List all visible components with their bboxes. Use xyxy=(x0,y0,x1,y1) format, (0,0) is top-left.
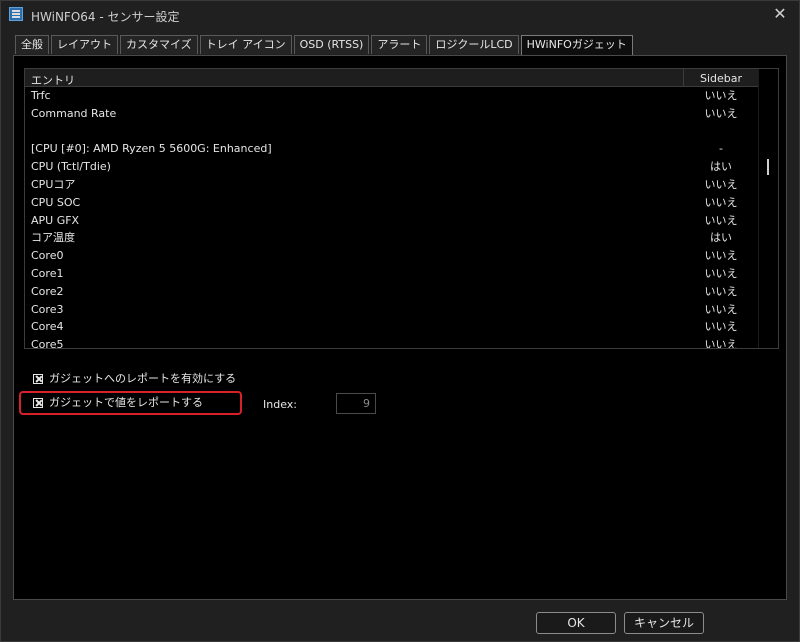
list-item[interactable]: CPU (Tctl/Tdie) はい xyxy=(25,158,758,176)
sidebar-value: いいえ xyxy=(704,249,738,263)
entry-label: Core1 xyxy=(31,266,64,280)
sensor-list[interactable]: エントリ Sidebar Trfc いいえ Command Rate いいえ [CP… xyxy=(24,68,779,349)
hwinfo-app-icon xyxy=(9,7,23,21)
list-item[interactable]: Core3 いいえ xyxy=(25,301,758,319)
list-item[interactable]: Command Rate いいえ xyxy=(25,105,758,123)
tab-alert[interactable]: アラート xyxy=(371,35,428,54)
entry-label: コア温度 xyxy=(31,231,75,245)
list-item[interactable]: Trfc いいえ xyxy=(25,87,758,105)
sidebar-value: いいえ xyxy=(704,302,738,316)
report-value-label: ガジェットで値をレポートする xyxy=(49,396,203,409)
enable-gadget-report-label: ガジェットへのレポートを有効にする xyxy=(49,372,237,385)
list-item[interactable]: CPUコア いいえ xyxy=(25,176,758,194)
entry-label: Core5 xyxy=(31,338,64,349)
list-item[interactable] xyxy=(25,123,758,141)
report-value-checkbox[interactable]: ガジェットで値をレポートする xyxy=(33,395,203,411)
settings-window: HWiNFO64 - センサー設定 ✕ 全般 レイアウト カスタマイズ トレイ … xyxy=(0,0,800,642)
sidebar-value: はい xyxy=(710,231,732,245)
window-title: HWiNFO64 - センサー設定 xyxy=(31,10,180,24)
checkbox-checked-icon[interactable] xyxy=(33,398,43,408)
tab-layout[interactable]: レイアウト xyxy=(51,35,118,54)
sidebar-value: いいえ xyxy=(704,338,738,349)
list-item[interactable]: [CPU [#0]: AMD Ryzen 5 5600G: Enhanced] - xyxy=(25,140,758,158)
entry-label: Core0 xyxy=(31,249,64,263)
sidebar-value: いいえ xyxy=(704,177,738,191)
sidebar-value: いいえ xyxy=(704,195,738,209)
sidebar-value: いいえ xyxy=(704,89,738,102)
list-item[interactable]: Core2 いいえ xyxy=(25,283,758,301)
ok-button[interactable]: OK xyxy=(536,612,616,634)
list-item[interactable]: コア温度 はい xyxy=(25,229,758,247)
tab-bar: 全般 レイアウト カスタマイズ トレイ アイコン OSD (RTSS) アラート… xyxy=(15,35,635,56)
column-header-sidebar[interactable]: Sidebar xyxy=(684,72,758,85)
enable-gadget-report-checkbox[interactable]: ガジェットへのレポートを有効にする xyxy=(33,371,236,387)
tab-tray-icon[interactable]: トレイ アイコン xyxy=(199,35,292,54)
list-scrollbar[interactable] xyxy=(758,69,778,348)
sidebar-value: いいえ xyxy=(704,266,738,280)
tab-customize[interactable]: カスタマイズ xyxy=(120,35,198,54)
sidebar-value: いいえ xyxy=(704,320,738,334)
entry-label: APU GFX xyxy=(31,213,80,227)
entry-label: Command Rate xyxy=(31,106,117,120)
index-field[interactable]: 9 xyxy=(336,393,376,414)
list-header: エントリ Sidebar xyxy=(25,69,758,87)
tab-panel: エントリ Sidebar Trfc いいえ Command Rate いいえ [CP… xyxy=(13,55,787,600)
list-rows: Trfc いいえ Command Rate いいえ [CPU [#0]: AMD R… xyxy=(25,87,758,349)
tab-osd-rtss[interactable]: OSD (RTSS) xyxy=(293,35,370,54)
list-item[interactable]: Core1 いいえ xyxy=(25,265,758,283)
entry-label: Core4 xyxy=(31,320,64,334)
checkbox-checked-icon[interactable] xyxy=(33,374,43,384)
tab-hwinfo-gadget[interactable]: HWiNFOガジェット xyxy=(520,35,633,56)
entry-label: [CPU [#0]: AMD Ryzen 5 5600G: Enhanced] xyxy=(31,142,272,156)
entry-label: CPU SOC xyxy=(31,195,81,209)
entry-label: Core3 xyxy=(31,302,64,316)
close-icon[interactable]: ✕ xyxy=(771,5,789,23)
index-label: Index: xyxy=(263,398,297,411)
list-item[interactable]: Core5 いいえ xyxy=(25,336,758,349)
title-bar[interactable]: HWiNFO64 - センサー設定 ✕ xyxy=(1,1,799,29)
sidebar-value: いいえ xyxy=(704,213,738,227)
scrollbar-thumb[interactable] xyxy=(767,159,769,175)
sidebar-value: いいえ xyxy=(704,106,738,120)
sidebar-value: はい xyxy=(710,160,732,174)
sidebar-value: いいえ xyxy=(704,284,738,298)
sidebar-value: - xyxy=(719,142,723,156)
list-item[interactable]: CPU SOC いいえ xyxy=(25,194,758,212)
tab-general[interactable]: 全般 xyxy=(15,35,49,54)
list-item[interactable]: APU GFX いいえ xyxy=(25,212,758,230)
cancel-button[interactable]: キャンセル xyxy=(624,612,704,634)
list-item[interactable]: Core4 いいえ xyxy=(25,318,758,336)
entry-label: CPUコア xyxy=(31,177,76,191)
entry-label: CPU (Tctl/Tdie) xyxy=(31,160,111,174)
column-header-entry[interactable]: エントリ xyxy=(31,72,75,88)
entry-label: Core2 xyxy=(31,284,64,298)
entry-label: Trfc xyxy=(31,89,51,102)
list-item[interactable]: Core0 いいえ xyxy=(25,247,758,265)
tab-logitech-lcd[interactable]: ロジクールLCD xyxy=(429,35,519,54)
